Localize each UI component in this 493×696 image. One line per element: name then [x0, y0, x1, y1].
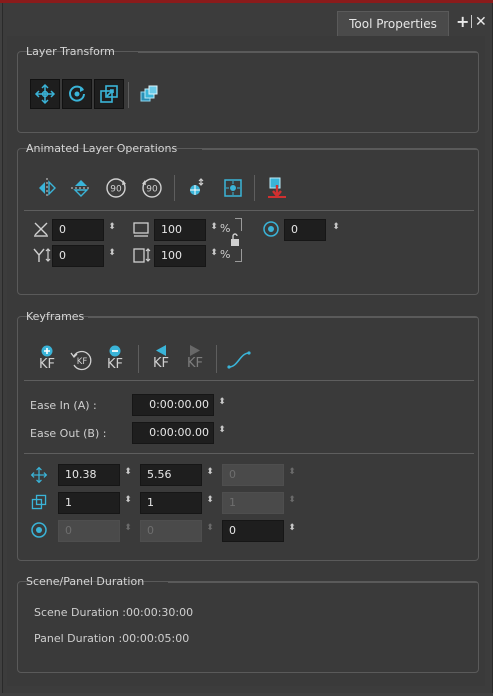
- kf-text: KF: [186, 356, 203, 371]
- angle-field[interactable]: 0: [284, 219, 326, 241]
- scene-duration: Scene Duration :00:00:30:00: [34, 606, 194, 619]
- position-z-field: 0: [222, 464, 284, 486]
- rotate-90-ccw-icon[interactable]: 90: [136, 173, 166, 203]
- fit-to-camera-icon[interactable]: [218, 173, 248, 203]
- scale-icon: [30, 493, 48, 511]
- offset-y-icon: [32, 246, 52, 264]
- angle-spinner[interactable]: ⬍: [332, 223, 340, 232]
- ease-in-spinner[interactable]: ⬍: [218, 398, 226, 407]
- delete-keyframe-icon[interactable]: KF: [100, 341, 130, 375]
- offset-x-icon: [32, 220, 50, 238]
- flip-vertical-icon[interactable]: [66, 173, 96, 203]
- rotate-90-cw-icon[interactable]: 90: [102, 173, 132, 203]
- rotation-x-field: 0: [58, 520, 120, 542]
- tab-bar: Tool Properties + ✕: [0, 4, 493, 36]
- reset-transform-icon[interactable]: [262, 173, 292, 203]
- section-divider: [24, 380, 474, 381]
- section-divider: [24, 453, 474, 454]
- offset-y-spinner[interactable]: ⬍: [108, 249, 116, 258]
- width-spinner[interactable]: ⬍: [210, 223, 218, 232]
- layer-transform-group: Layer Transform: [17, 45, 479, 133]
- width-field[interactable]: 100: [154, 219, 206, 241]
- lock-ratio-icon[interactable]: [229, 233, 241, 247]
- previous-keyframe-icon[interactable]: KF: [146, 341, 176, 375]
- reset-keyframe-icon[interactable]: KF: [66, 345, 96, 375]
- offset-y-field[interactable]: 0: [52, 245, 104, 267]
- offset-x-spinner[interactable]: ⬍: [108, 223, 116, 232]
- height-percent: %: [220, 248, 231, 261]
- position-y-spinner[interactable]: ⬍: [206, 468, 214, 477]
- next-keyframe-icon[interactable]: KF: [180, 341, 210, 375]
- add-keyframe-icon[interactable]: KF: [32, 341, 62, 375]
- link-bracket-top: [235, 218, 242, 231]
- 3d-transform-icon[interactable]: [134, 79, 164, 109]
- svg-text:90: 90: [110, 185, 122, 195]
- tab-tool-properties[interactable]: Tool Properties: [337, 11, 449, 36]
- toolbar-separator: [216, 345, 217, 373]
- rotation-y-spinner: ⬍: [206, 523, 214, 533]
- rotation-z-field[interactable]: 0: [222, 520, 284, 542]
- width-icon: [132, 220, 150, 238]
- ease-out-label: Ease Out (B) :: [30, 427, 107, 440]
- group-divider: [88, 317, 478, 318]
- link-bracket-bottom: [235, 249, 242, 262]
- rotation-icon: [30, 521, 48, 539]
- keyframes-title: Keyframes: [26, 310, 85, 323]
- scale-y-field[interactable]: 1: [140, 492, 202, 514]
- flip-horizontal-icon[interactable]: [32, 173, 62, 203]
- position-z-spinner: ⬍: [288, 467, 296, 477]
- translate-tool-icon[interactable]: [30, 79, 60, 109]
- ease-in-field[interactable]: 0:00:00.00: [132, 394, 214, 416]
- rotation-x-spinner: ⬍: [124, 523, 132, 533]
- layer-transform-title: Layer Transform: [26, 45, 115, 58]
- position-y-field[interactable]: 5.56: [140, 464, 202, 486]
- position-x-spinner[interactable]: ⬍: [124, 468, 132, 477]
- rotation-z-spinner[interactable]: ⬍: [288, 524, 296, 533]
- angle-icon: [262, 220, 280, 238]
- svg-text:KF: KF: [77, 357, 88, 367]
- rotation-y-field: 0: [140, 520, 202, 542]
- toolbar-separator: [254, 175, 255, 201]
- scale-tool-icon[interactable]: [94, 79, 124, 109]
- height-field[interactable]: 100: [154, 245, 206, 267]
- animated-ops-title: Animated Layer Operations: [26, 142, 178, 155]
- ease-out-field[interactable]: 0:00:00.00: [132, 422, 214, 444]
- svg-text:90: 90: [146, 185, 158, 195]
- duration-title: Scene/Panel Duration: [26, 575, 145, 588]
- group-divider: [202, 149, 478, 150]
- height-icon: [132, 246, 152, 264]
- scale-x-field[interactable]: 1: [58, 492, 120, 514]
- scale-z-spinner: ⬍: [288, 495, 296, 505]
- kf-text: KF: [152, 356, 169, 371]
- position-x-field[interactable]: 10.38: [58, 464, 120, 486]
- toolbar-separator: [138, 345, 139, 373]
- kf-text: KF: [106, 356, 123, 372]
- group-divider: [168, 582, 478, 583]
- ease-out-spinner[interactable]: ⬍: [218, 426, 226, 435]
- height-spinner[interactable]: ⬍: [210, 249, 218, 258]
- tab-divider: [471, 15, 472, 28]
- kf-text: KF: [38, 356, 55, 372]
- x-icon[interactable]: ✕: [475, 14, 487, 30]
- ease-curve-icon[interactable]: [224, 345, 254, 375]
- tool-properties-panel: Layer Transform Animated Layer Operation…: [7, 36, 485, 686]
- scale-x-spinner[interactable]: ⬍: [124, 496, 132, 505]
- animated-layer-operations-group: Animated Layer Operations 90 90 0 ⬍ 100 …: [17, 142, 479, 295]
- panel-duration: Panel Duration :00:00:05:00: [34, 632, 190, 645]
- scale-z-field: 1: [222, 492, 284, 514]
- scale-y-spinner[interactable]: ⬍: [206, 496, 214, 505]
- keyframes-group: Keyframes KF KF KF KF KF Ease In (A) : 0…: [17, 310, 479, 561]
- ease-in-label: Ease In (A) :: [30, 399, 97, 412]
- group-divider: [138, 52, 478, 53]
- toolbar-separator: [128, 82, 129, 108]
- scene-panel-duration-group: Scene/Panel Duration Scene Duration :00:…: [17, 575, 479, 673]
- toolbar-separator: [174, 175, 175, 201]
- center-on-selection-icon[interactable]: [182, 173, 212, 203]
- plus-icon[interactable]: +: [456, 14, 469, 30]
- rotate-tool-icon[interactable]: [62, 79, 92, 109]
- offset-x-field[interactable]: 0: [52, 219, 104, 241]
- section-divider: [24, 210, 474, 211]
- position-icon: [30, 466, 48, 484]
